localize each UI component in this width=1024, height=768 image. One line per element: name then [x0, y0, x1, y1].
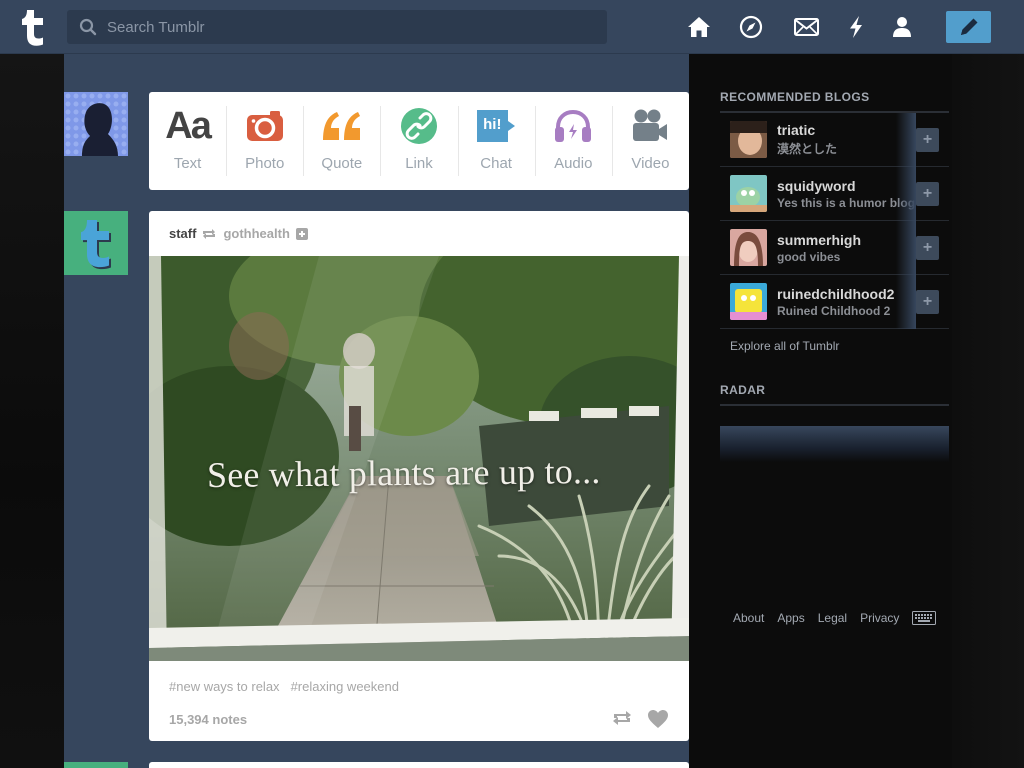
- post-notes-count[interactable]: 15,394 notes: [169, 712, 247, 727]
- post-type-quote-button[interactable]: Quote: [303, 92, 380, 190]
- staff-avatar[interactable]: [64, 211, 128, 275]
- follow-plus-icon[interactable]: [295, 227, 308, 240]
- follow-blog-button[interactable]: +: [916, 182, 939, 206]
- top-navigation-bar: [0, 0, 1024, 54]
- activity-lightning-icon[interactable]: [843, 14, 869, 40]
- post-type-label: Video: [631, 155, 670, 172]
- post-type-text-button[interactable]: Aa Text: [149, 92, 226, 190]
- post-type-link-button[interactable]: Link: [380, 92, 457, 190]
- headphones-icon: [553, 106, 593, 146]
- follow-blog-button[interactable]: +: [916, 236, 939, 260]
- footer-link-legal[interactable]: Legal: [818, 611, 847, 625]
- chat-bubble-icon: hi!: [475, 106, 517, 146]
- reblogged-from-link[interactable]: gothhealth: [223, 226, 289, 241]
- follow-blog-button[interactable]: +: [916, 128, 939, 152]
- explore-compass-icon[interactable]: [738, 14, 764, 40]
- reblog-icon[interactable]: [611, 709, 633, 727]
- post-photo[interactable]: See what plants are up to...: [149, 256, 689, 661]
- background-left: [0, 54, 64, 768]
- pencil-icon: [960, 18, 977, 35]
- keyboard-shortcuts-icon[interactable]: [912, 611, 937, 625]
- next-post-card: [149, 762, 689, 768]
- follow-blog-button[interactable]: +: [916, 290, 939, 314]
- camera-icon: [246, 106, 284, 146]
- reblog-arrow-icon: [203, 228, 216, 239]
- footer-link-apps[interactable]: Apps: [777, 611, 804, 625]
- radar-content[interactable]: [720, 426, 949, 462]
- post-tag-link[interactable]: #new ways to relax: [169, 679, 280, 694]
- post-actions: [611, 709, 669, 729]
- post-type-label: Chat: [480, 155, 512, 172]
- sidebar: RECOMMENDED BLOGS triatic 漠然とした + squidy…: [720, 54, 949, 462]
- text-aa-icon: Aa: [165, 104, 212, 147]
- photo-caption-text: See what plants are up to...: [206, 450, 601, 496]
- background-right: [952, 54, 1024, 768]
- post-type-video-button[interactable]: Video: [611, 92, 689, 190]
- home-icon[interactable]: [686, 14, 712, 40]
- tumblr-logo-icon[interactable]: [17, 8, 49, 46]
- dashboard-post: staff gothhealth See what plants are up …: [149, 211, 689, 741]
- post-type-audio-button[interactable]: Audio: [534, 92, 612, 190]
- compose-post-button[interactable]: [946, 11, 991, 43]
- post-type-label: Text: [173, 155, 202, 172]
- blog-avatar: [730, 283, 767, 320]
- post-type-label: Audio: [554, 155, 593, 172]
- search-bar[interactable]: [67, 10, 607, 44]
- next-post-avatar[interactable]: [64, 762, 128, 768]
- post-type-chat-button[interactable]: hi! Chat: [457, 92, 535, 190]
- post-type-label: Link: [405, 155, 433, 172]
- account-person-icon[interactable]: [889, 14, 915, 40]
- search-input[interactable]: [107, 18, 587, 36]
- blog-avatar: [730, 175, 767, 212]
- post-type-label: Photo: [245, 155, 285, 172]
- post-tags: #new ways to relax #relaxing weekend: [169, 679, 399, 694]
- recommended-blog-item[interactable]: triatic 漠然とした +: [720, 113, 949, 167]
- messages-envelope-icon[interactable]: [793, 14, 819, 40]
- footer-link-about[interactable]: About: [733, 611, 764, 625]
- post-type-selector: Aa Text Photo Quote Link hi! Chat Audio: [149, 92, 689, 190]
- radar-title: RADAR: [720, 383, 949, 406]
- video-camera-icon: [631, 106, 669, 146]
- search-icon: [79, 18, 97, 36]
- blog-avatar: [730, 121, 767, 158]
- post-type-photo-button[interactable]: Photo: [226, 92, 303, 190]
- user-avatar[interactable]: [64, 92, 128, 156]
- explore-all-link[interactable]: Explore all of Tumblr: [730, 339, 949, 353]
- recommended-blog-item[interactable]: summerhigh good vibes +: [720, 221, 949, 275]
- like-heart-icon[interactable]: [647, 709, 669, 729]
- recommended-blog-item[interactable]: squidyword Yes this is a humor blog +: [720, 167, 949, 221]
- post-author-link[interactable]: staff: [169, 226, 196, 241]
- quote-marks-icon: [321, 106, 363, 146]
- post-header: staff gothhealth: [149, 211, 689, 256]
- post-type-label: Quote: [321, 155, 363, 172]
- recommended-blogs-title: RECOMMENDED BLOGS: [720, 90, 949, 113]
- blog-avatar: [730, 229, 767, 266]
- link-chain-icon: [400, 106, 438, 146]
- post-tag-link[interactable]: #relaxing weekend: [291, 679, 399, 694]
- footer-link-privacy[interactable]: Privacy: [860, 611, 899, 625]
- sidebar-footer-links: About Apps Legal Privacy: [733, 611, 937, 625]
- recommended-blog-item[interactable]: ruinedchildhood2 Ruined Childhood 2 +: [720, 275, 949, 329]
